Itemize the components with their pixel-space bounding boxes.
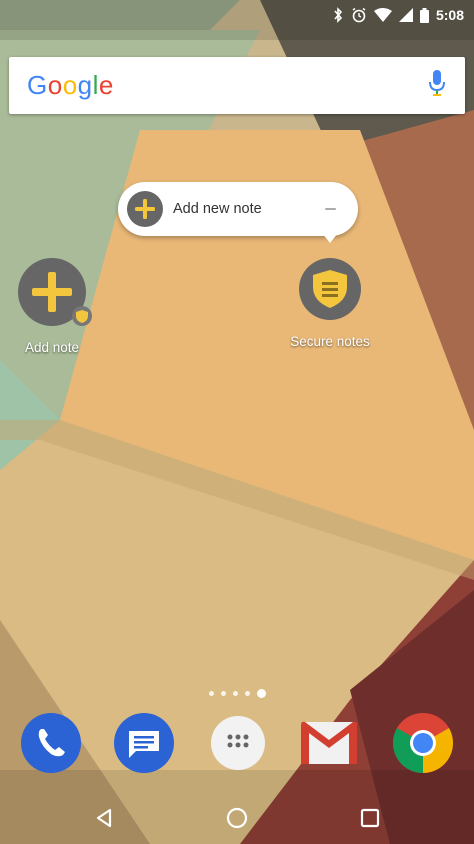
gmail-icon[interactable] [299,713,359,773]
shield-badge-icon [72,306,92,326]
drag-handle-icon[interactable] [325,208,336,210]
page-dot[interactable] [220,690,226,696]
google-logo-letter: o [62,70,78,100]
signal-icon [398,8,413,22]
wifi-icon [373,8,392,22]
google-search-bar[interactable]: Google [9,57,465,114]
alarm-icon [351,7,367,23]
app-label: Add note [24,340,80,355]
app-secure-notes[interactable]: Secure notes [282,258,378,349]
recents-icon [360,808,380,828]
dock [0,713,474,777]
bluetooth-icon [332,7,344,23]
back-icon [96,808,112,828]
app-label: Secure notes [290,334,370,349]
microphone-icon[interactable] [429,70,445,101]
app-drawer-icon[interactable] [208,713,268,773]
navigation-bar [0,792,474,844]
app-add-note[interactable]: Add note [9,258,95,355]
home-icon [226,807,248,829]
status-time: 5:08 [435,7,464,23]
google-logo-letter: e [98,70,114,100]
back-button[interactable] [90,804,118,832]
phone-icon[interactable] [21,713,81,773]
add-note-icon [18,258,92,326]
page-dot[interactable] [244,690,250,696]
google-logo-letter: o [47,70,63,100]
page-dot[interactable] [232,690,238,696]
page-indicator[interactable] [0,686,474,700]
popup-tail [322,233,338,243]
google-logo: Google [27,70,114,101]
page-dot[interactable] [208,690,214,696]
home-button[interactable] [223,804,251,832]
chrome-icon[interactable] [392,713,454,773]
status-bar: 5:08 [0,0,474,30]
secure-notes-icon [299,258,361,320]
recents-button[interactable] [356,804,384,832]
messages-icon[interactable] [114,713,174,773]
google-logo-letter: g [77,70,93,100]
shortcut-popup[interactable]: Add new note [118,182,358,236]
google-logo-letter: G [27,70,48,100]
battery-icon [419,7,429,23]
page-dot-active[interactable] [256,688,266,698]
add-note-shortcut-icon [127,191,163,227]
shortcut-label: Add new note [173,201,262,217]
